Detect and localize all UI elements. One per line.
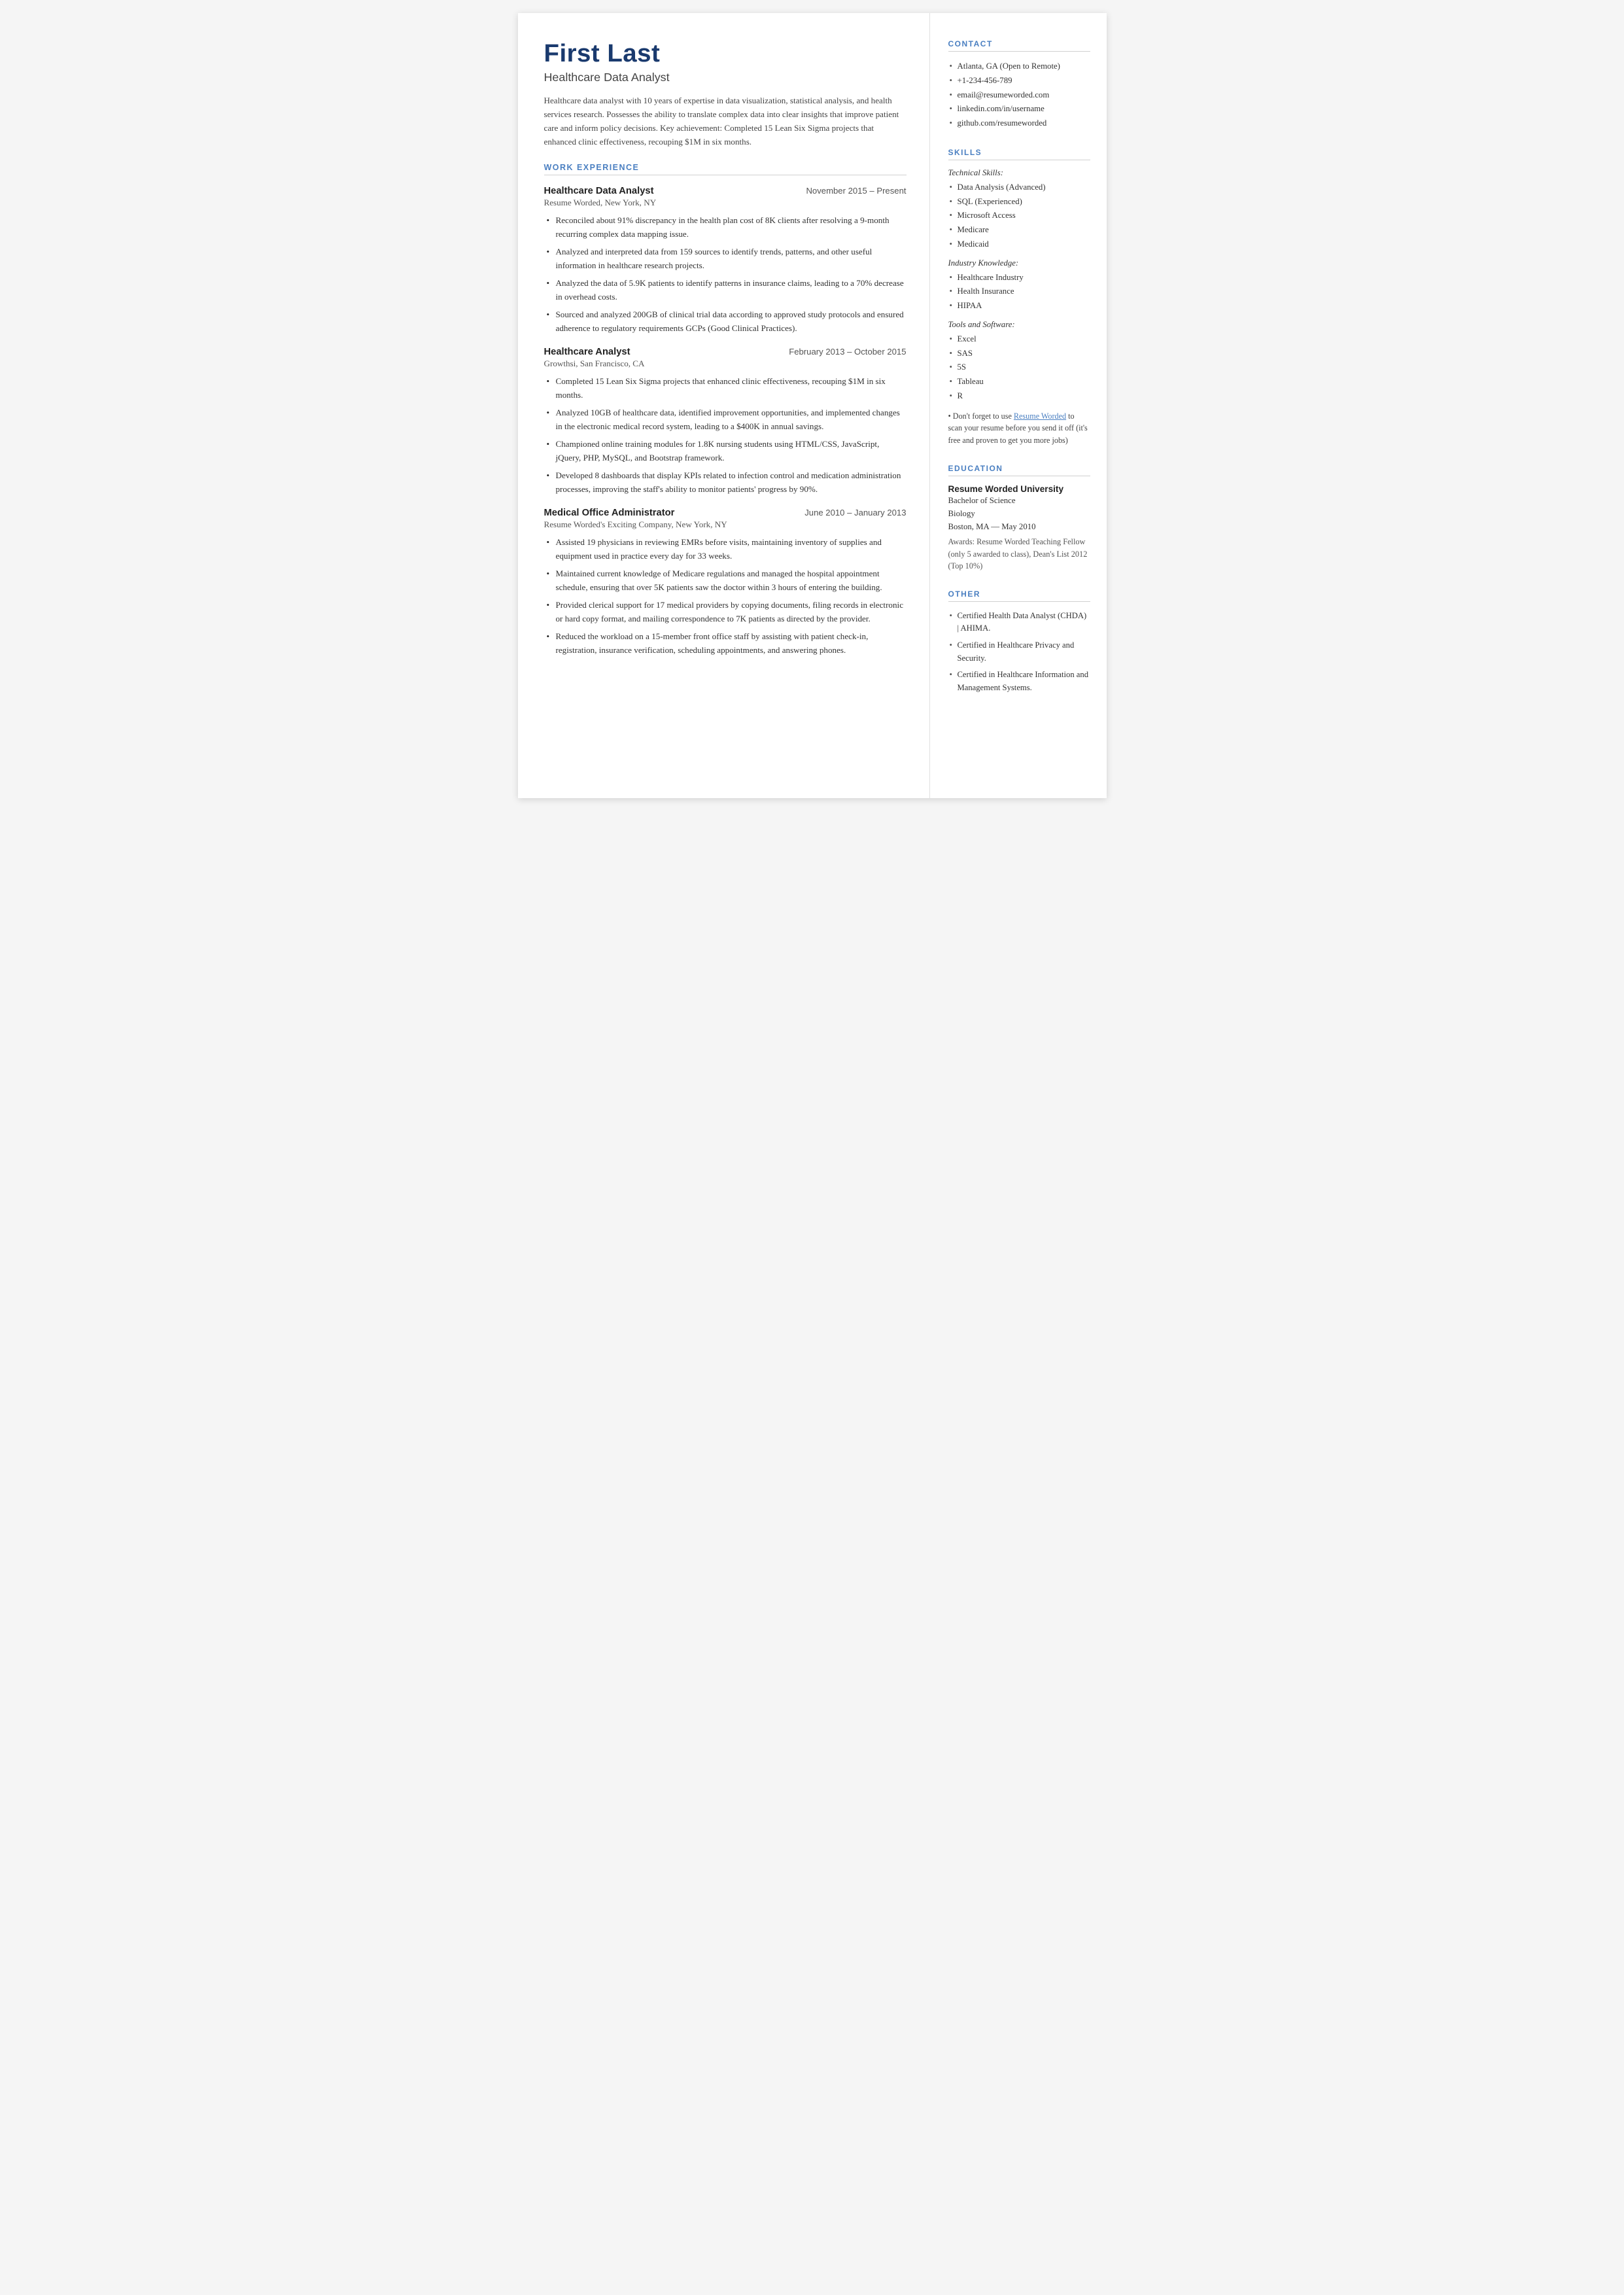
other-item-1: Certified in Healthcare Privacy and Secu… — [948, 639, 1090, 665]
skills-header: SKILLS — [948, 148, 1090, 160]
skill-item-0-1: SQL (Experienced) — [948, 195, 1090, 209]
skills-list-0: Data Analysis (Advanced)SQL (Experienced… — [948, 181, 1090, 252]
job-2-bullet-2: Provided clerical support for 17 medical… — [544, 598, 907, 625]
job-0-bullet-0: Reconciled about 91% discrepancy in the … — [544, 213, 907, 241]
candidate-title: Healthcare Data Analyst — [544, 71, 907, 84]
skill-item-2-0: Excel — [948, 332, 1090, 347]
skill-item-2-2: 5S — [948, 360, 1090, 375]
resume-worded-link[interactable]: Resume Worded — [1014, 412, 1066, 421]
contact-header: CONTACT — [948, 39, 1090, 52]
other-item-2: Certified in Healthcare Information and … — [948, 669, 1090, 694]
job-title-2: Medical Office Administrator — [544, 508, 675, 518]
job-dates-0: November 2015 – Present — [806, 186, 906, 196]
contact-item-0: Atlanta, GA (Open to Remote) — [948, 60, 1090, 74]
job-title-1: Healthcare Analyst — [544, 347, 631, 357]
job-bullets-1: Completed 15 Lean Six Sigma projects tha… — [544, 374, 907, 496]
job-company-0: Resume Worded, New York, NY — [544, 198, 907, 208]
job-dates-1: February 2013 – October 2015 — [789, 347, 906, 357]
job-1-bullet-2: Championed online training modules for 1… — [544, 437, 907, 464]
skills-category-2: Tools and Software: — [948, 320, 1090, 330]
skills-section: SKILLS Technical Skills: Data Analysis (A… — [948, 148, 1090, 447]
skill-item-1-0: Healthcare Industry — [948, 271, 1090, 285]
summary-text: Healthcare data analyst with 10 years of… — [544, 94, 907, 149]
job-bullets-2: Assisted 19 physicians in reviewing EMRs… — [544, 535, 907, 657]
skills-category-0: Technical Skills: — [948, 168, 1090, 178]
contact-item-4: github.com/resumeworded — [948, 116, 1090, 131]
edu-school: Resume Worded University — [948, 484, 1090, 494]
job-company-1: Growthsi, San Francisco, CA — [544, 359, 907, 369]
job-bullets-0: Reconciled about 91% discrepancy in the … — [544, 213, 907, 335]
other-header: OTHER — [948, 589, 1090, 602]
skill-item-2-3: Tableau — [948, 375, 1090, 389]
edu-field: Biology — [948, 508, 1090, 521]
skill-item-0-2: Microsoft Access — [948, 209, 1090, 223]
education-section: EDUCATION Resume Worded University Bache… — [948, 464, 1090, 572]
other-section: OTHER Certified Health Data Analyst (CHD… — [948, 589, 1090, 694]
skill-item-2-1: SAS — [948, 347, 1090, 361]
skill-item-1-1: Health Insurance — [948, 285, 1090, 299]
right-column: CONTACT Atlanta, GA (Open to Remote)+1-2… — [930, 13, 1107, 798]
job-dates-2: June 2010 – January 2013 — [804, 508, 906, 517]
skill-item-0-0: Data Analysis (Advanced) — [948, 181, 1090, 195]
skill-item-0-4: Medicaid — [948, 237, 1090, 252]
resume-page: First Last Healthcare Data Analyst Healt… — [518, 13, 1107, 798]
job-0-bullet-1: Analyzed and interpreted data from 159 s… — [544, 245, 907, 272]
skill-item-1-2: HIPAA — [948, 299, 1090, 313]
contact-item-2: email@resumeworded.com — [948, 88, 1090, 103]
skill-item-0-3: Medicare — [948, 223, 1090, 237]
contact-item-1: +1-234-456-789 — [948, 74, 1090, 88]
left-column: First Last Healthcare Data Analyst Healt… — [518, 13, 930, 798]
contact-item-3: linkedin.com/in/username — [948, 102, 1090, 116]
job-title-0: Healthcare Data Analyst — [544, 186, 654, 196]
skill-item-2-4: R — [948, 389, 1090, 404]
job-2: Medical Office Administrator June 2010 – … — [544, 508, 907, 657]
work-experience-header: WORK EXPERIENCE — [544, 163, 907, 175]
edu-awards: Awards: Resume Worded Teaching Fellow (o… — [948, 536, 1090, 572]
other-item-0: Certified Health Data Analyst (CHDA) | A… — [948, 610, 1090, 635]
contact-section: CONTACT Atlanta, GA (Open to Remote)+1-2… — [948, 39, 1090, 131]
skills-category-1: Industry Knowledge: — [948, 258, 1090, 268]
contact-list: Atlanta, GA (Open to Remote)+1-234-456-7… — [948, 60, 1090, 131]
education-header: EDUCATION — [948, 464, 1090, 476]
job-0: Healthcare Data Analyst November 2015 – P… — [544, 186, 907, 335]
job-0-bullet-3: Sourced and analyzed 200GB of clinical t… — [544, 307, 907, 335]
skills-list-1: Healthcare IndustryHealth InsuranceHIPAA — [948, 271, 1090, 313]
job-1-bullet-3: Developed 8 dashboards that display KPIs… — [544, 468, 907, 496]
skills-list-2: ExcelSAS5STableauR — [948, 332, 1090, 404]
jobs-container: Healthcare Data Analyst November 2015 – P… — [544, 186, 907, 657]
skills-container: Technical Skills: Data Analysis (Advanced… — [948, 168, 1090, 404]
job-2-bullet-3: Reduced the workload on a 15-member fron… — [544, 629, 907, 657]
job-1: Healthcare Analyst February 2013 – Octobe… — [544, 347, 907, 496]
skills-note: • Don't forget to use Resume Worded to s… — [948, 410, 1090, 447]
job-0-bullet-2: Analyzed the data of 5.9K patients to id… — [544, 276, 907, 304]
edu-degree: Bachelor of Science — [948, 495, 1090, 508]
other-container: Certified Health Data Analyst (CHDA) | A… — [948, 610, 1090, 694]
edu-location-date: Boston, MA — May 2010 — [948, 521, 1090, 534]
job-company-2: Resume Worded's Exciting Company, New Yo… — [544, 519, 907, 530]
job-2-bullet-1: Maintained current knowledge of Medicare… — [544, 567, 907, 594]
job-1-bullet-1: Analyzed 10GB of healthcare data, identi… — [544, 406, 907, 433]
job-2-bullet-0: Assisted 19 physicians in reviewing EMRs… — [544, 535, 907, 563]
job-1-bullet-0: Completed 15 Lean Six Sigma projects tha… — [544, 374, 907, 402]
candidate-name: First Last — [544, 39, 907, 68]
